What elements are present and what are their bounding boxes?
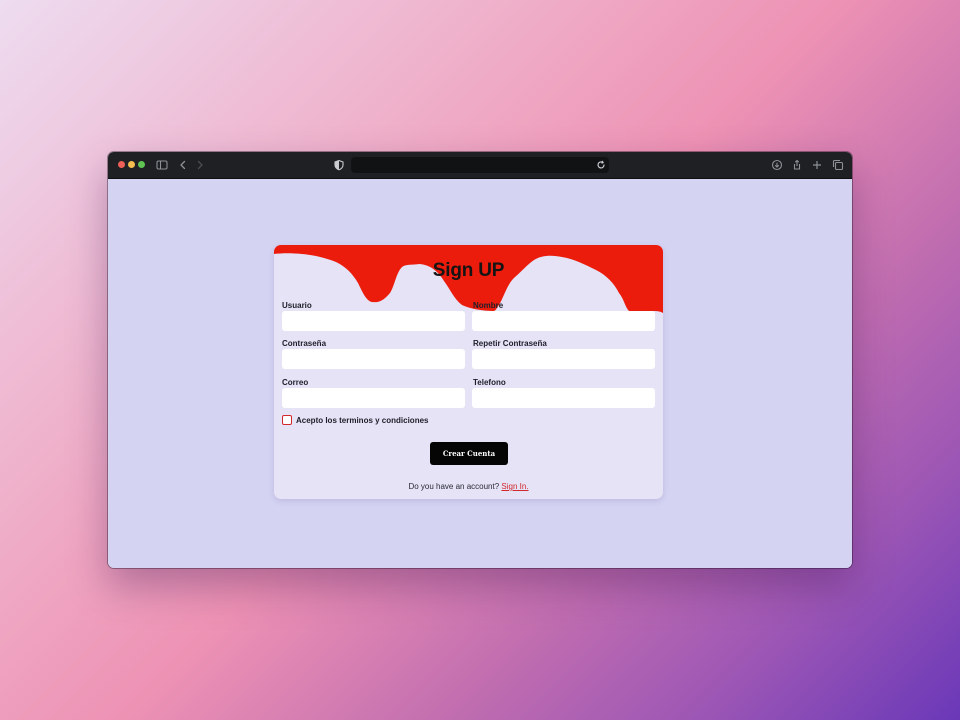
signup-card: Sign UP Usuario Nombre Contraseña Repeti…: [274, 245, 663, 499]
terms-label: Acepto los terminos y condiciones: [296, 416, 429, 425]
contrasena-label: Contraseña: [282, 339, 327, 348]
telefono-label: Telefono: [473, 378, 506, 387]
browser-window: Sign UP Usuario Nombre Contraseña Repeti…: [108, 152, 852, 568]
tab-overview-icon[interactable]: [831, 158, 845, 172]
share-icon[interactable]: [790, 158, 804, 172]
minimize-window-button[interactable]: [128, 161, 135, 168]
back-icon[interactable]: [176, 158, 190, 172]
reload-icon[interactable]: [594, 158, 608, 172]
terms-checkbox[interactable]: [282, 415, 292, 425]
nombre-input[interactable]: [472, 311, 655, 331]
nombre-label: Nombre: [473, 301, 504, 310]
new-tab-icon[interactable]: [810, 158, 824, 172]
signin-prompt: Do you have an account? Sign In.: [274, 482, 663, 491]
signin-prompt-text: Do you have an account?: [408, 482, 500, 491]
phone-input[interactable]: [472, 388, 655, 408]
shield-icon: [332, 158, 346, 172]
repeat-password-input[interactable]: [472, 349, 655, 369]
browser-toolbar: [108, 152, 852, 179]
signin-link[interactable]: Sign In.: [501, 482, 528, 491]
email-input[interactable]: [282, 388, 465, 408]
forward-icon[interactable]: [193, 158, 207, 172]
download-icon[interactable]: [770, 158, 784, 172]
usuario-label: Usuario: [282, 301, 312, 310]
password-input[interactable]: [282, 349, 465, 369]
address-bar[interactable]: [351, 157, 609, 173]
repetir-contrasena-label: Repetir Contraseña: [473, 339, 547, 348]
create-account-button[interactable]: Crear Cuenta: [430, 442, 508, 465]
zoom-window-button[interactable]: [138, 161, 145, 168]
close-window-button[interactable]: [118, 161, 125, 168]
correo-label: Correo: [282, 378, 309, 387]
sidebar-icon[interactable]: [155, 158, 169, 172]
page-title: Sign UP: [432, 260, 505, 281]
page-content: Sign UP Usuario Nombre Contraseña Repeti…: [108, 179, 852, 568]
usuario-input[interactable]: [282, 311, 465, 331]
